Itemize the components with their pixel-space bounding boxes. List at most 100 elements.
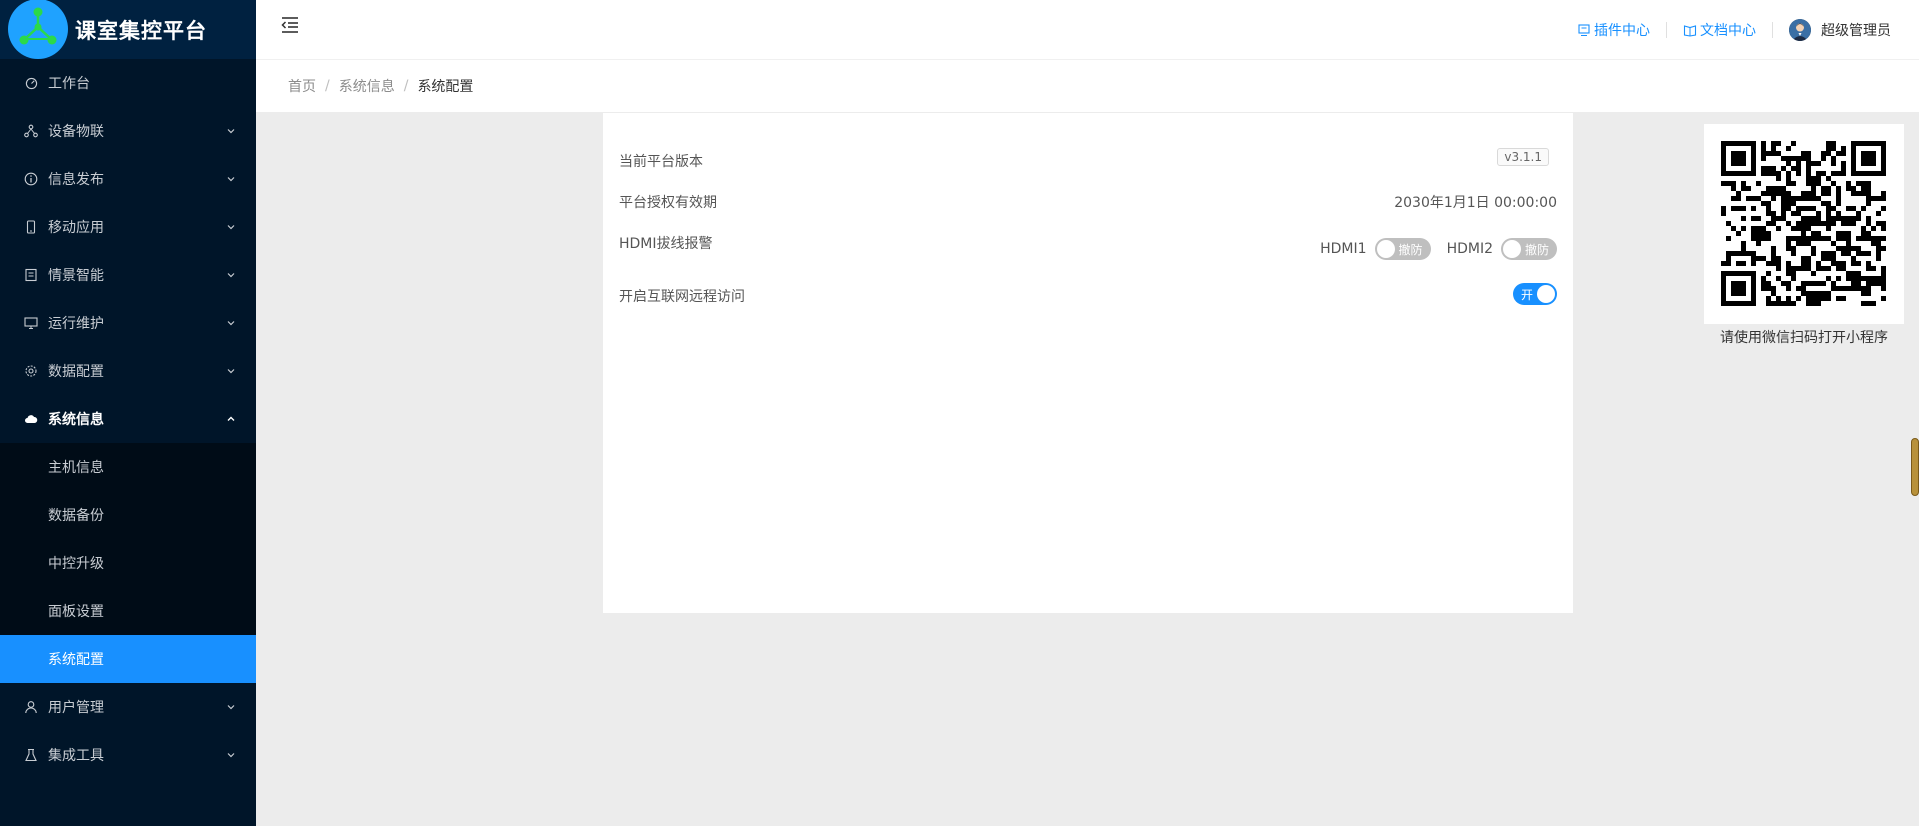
version-tag-wrapper: v3.1.1: [1497, 148, 1549, 166]
breadcrumb: 首页 / 系统信息 / 系统配置: [256, 59, 1919, 112]
sidebar-item-label: 设备物联: [48, 124, 104, 140]
sidebar-item-maintenance[interactable]: 运行维护: [0, 299, 256, 347]
remote-access-row: 开启互联网远程访问 开: [619, 283, 1557, 307]
user-icon: [24, 700, 38, 714]
sidebar-item-label: 情景智能: [48, 268, 104, 284]
submenu-item-data-backup[interactable]: 数据备份: [0, 491, 256, 539]
scroll-handle[interactable]: [1911, 438, 1919, 496]
version-tag: v3.1.1: [1497, 148, 1549, 166]
qr-caption: 请使用微信扫码打开小程序: [1720, 330, 1888, 346]
breadcrumb-current: 系统配置: [417, 79, 474, 95]
toggle-knob: [1376, 240, 1395, 258]
sidebar-item-label: 用户管理: [48, 700, 104, 716]
mobile-icon: [24, 220, 38, 234]
toggle-knob: [1503, 240, 1521, 258]
hdmi1-label: HDMI1: [1320, 241, 1367, 257]
remote-access-toggle[interactable]: 开: [1513, 283, 1557, 305]
user-name: 超级管理员: [1821, 22, 1891, 39]
chevron-down-icon: [227, 225, 235, 230]
submenu-item-panel-settings[interactable]: 面板设置: [0, 587, 256, 635]
hdmi1-toggle-text: 撤防: [1398, 243, 1423, 257]
header-actions: 插件中心 文档中心 超级管理员: [1577, 0, 1891, 59]
submenu-item-controller-upgrade[interactable]: 中控升级: [0, 539, 256, 587]
sidebar-item-user-management[interactable]: 用户管理: [0, 683, 256, 731]
chevron-down-icon: [227, 369, 235, 374]
chevron-down-icon: [227, 177, 235, 182]
plugin-icon: [1578, 23, 1590, 36]
sidebar-item-workbench[interactable]: 工作台: [0, 59, 256, 107]
sidebar-item-label: 运行维护: [48, 316, 104, 332]
sidebar-item-mobile[interactable]: 移动应用: [0, 203, 256, 251]
breadcrumb-home[interactable]: 首页: [288, 76, 316, 96]
remote-access-toggle-wrapper: 开: [1513, 283, 1557, 309]
plugin-center-label: 插件中心: [1594, 22, 1650, 39]
logo-icon: [8, 0, 68, 59]
chevron-up-icon: [227, 416, 235, 421]
gear-icon: [24, 364, 38, 378]
user-menu[interactable]: 超级管理员: [1789, 18, 1891, 41]
remote-access-label: 开启互联网远程访问: [619, 289, 745, 305]
top-header: 插件中心 文档中心 超级管理员: [256, 0, 1919, 59]
hdmi-switches: HDMI1 撤防 HDMI2 撤防: [1320, 238, 1557, 260]
chevron-down-icon: [227, 705, 235, 710]
sidebar-item-label: 信息发布: [48, 172, 104, 188]
license-row: 平台授权有效期 2030年1月1日 00:00:00: [619, 192, 1557, 214]
doc-center-link[interactable]: 文档中心: [1683, 20, 1756, 40]
sidebar-item-info-publish[interactable]: 信息发布: [0, 155, 256, 203]
plugin-center-link[interactable]: 插件中心: [1577, 20, 1650, 40]
sidebar-item-data-config[interactable]: 数据配置: [0, 347, 256, 395]
qr-code-image: [1721, 141, 1886, 306]
hdmi2-label: HDMI2: [1446, 241, 1493, 257]
hdmi-alarm-label: HDMI拔线报警: [619, 236, 713, 252]
version-row: 当前平台版本 v3.1.1: [619, 148, 1557, 175]
sidebar-item-system-info[interactable]: 系统信息: [0, 395, 256, 443]
license-value: 2030年1月1日 00:00:00: [1394, 195, 1557, 211]
qr-code: [1704, 124, 1904, 324]
hdmi2-toggle-text: 撤防: [1524, 243, 1549, 257]
sidebar-item-integration-tools[interactable]: 集成工具: [0, 731, 256, 779]
sidebar-item-devices[interactable]: 设备物联: [0, 107, 256, 155]
sidebar-item-label: 移动应用: [48, 220, 104, 236]
hdmi-alarm-row: HDMI拔线报警 HDMI1 撤防 HDMI2 撤防: [619, 233, 1557, 273]
system-info-submenu: 主机信息 数据备份 中控升级 面板设置 系统配置: [0, 443, 256, 683]
system-info-submenu-wrapper: 主机信息 数据备份 中控升级 面板设置 系统配置: [0, 443, 256, 683]
submenu-item-system-config[interactable]: 系统配置: [0, 635, 256, 683]
scene-icon: [24, 268, 38, 282]
chevron-down-icon: [227, 129, 235, 134]
chevron-down-icon: [227, 273, 235, 278]
network-icon: [24, 124, 38, 138]
header-divider: [1666, 21, 1667, 38]
sidebar-item-label: 系统信息: [48, 412, 104, 428]
system-config-panel: 当前平台版本 v3.1.1 平台授权有效期 2030年1月1日 00:00:00…: [603, 113, 1573, 613]
breadcrumb-separator: /: [325, 78, 330, 94]
hdmi2-toggle[interactable]: 撤防: [1501, 238, 1557, 260]
remote-toggle-text: 开: [1521, 288, 1534, 302]
chevron-down-icon: [227, 321, 235, 326]
info-icon: [24, 172, 38, 186]
sidebar-item-label: 工作台: [48, 76, 90, 92]
flask-icon: [24, 748, 38, 762]
chevron-down-icon: [227, 753, 235, 758]
cloud-icon: [24, 412, 38, 426]
book-icon: [1683, 24, 1697, 37]
breadcrumb-system-info[interactable]: 系统信息: [339, 76, 395, 96]
dashboard-icon: [24, 76, 38, 90]
menu-fold-icon[interactable]: [280, 16, 300, 34]
breadcrumb-separator: /: [403, 78, 409, 94]
sidebar-item-label: 数据配置: [48, 364, 104, 380]
license-label: 平台授权有效期: [619, 195, 717, 211]
sidebar-menu: 工作台 设备物联 信息发布 移动应用 情景智能 运行维护 数据配置 系统信息 主…: [0, 59, 256, 779]
logo-area: 课室集控平台: [0, 0, 256, 59]
avatar: [1789, 18, 1811, 41]
hdmi1-toggle[interactable]: 撤防: [1374, 238, 1431, 260]
sidebar: 课室集控平台 工作台 设备物联 信息发布 移动应用 情景智能 运行维护 数据配置…: [0, 0, 256, 826]
header-divider: [1772, 21, 1773, 38]
toggle-knob: [1537, 285, 1555, 303]
sidebar-item-label: 集成工具: [48, 748, 104, 764]
version-label: 当前平台版本: [619, 154, 703, 170]
submenu-item-host-info[interactable]: 主机信息: [0, 443, 256, 491]
monitor-icon: [24, 316, 38, 330]
app-title: 课室集控平台: [75, 18, 207, 43]
sidebar-item-scene[interactable]: 情景智能: [0, 251, 256, 299]
doc-center-label: 文档中心: [1700, 22, 1756, 39]
